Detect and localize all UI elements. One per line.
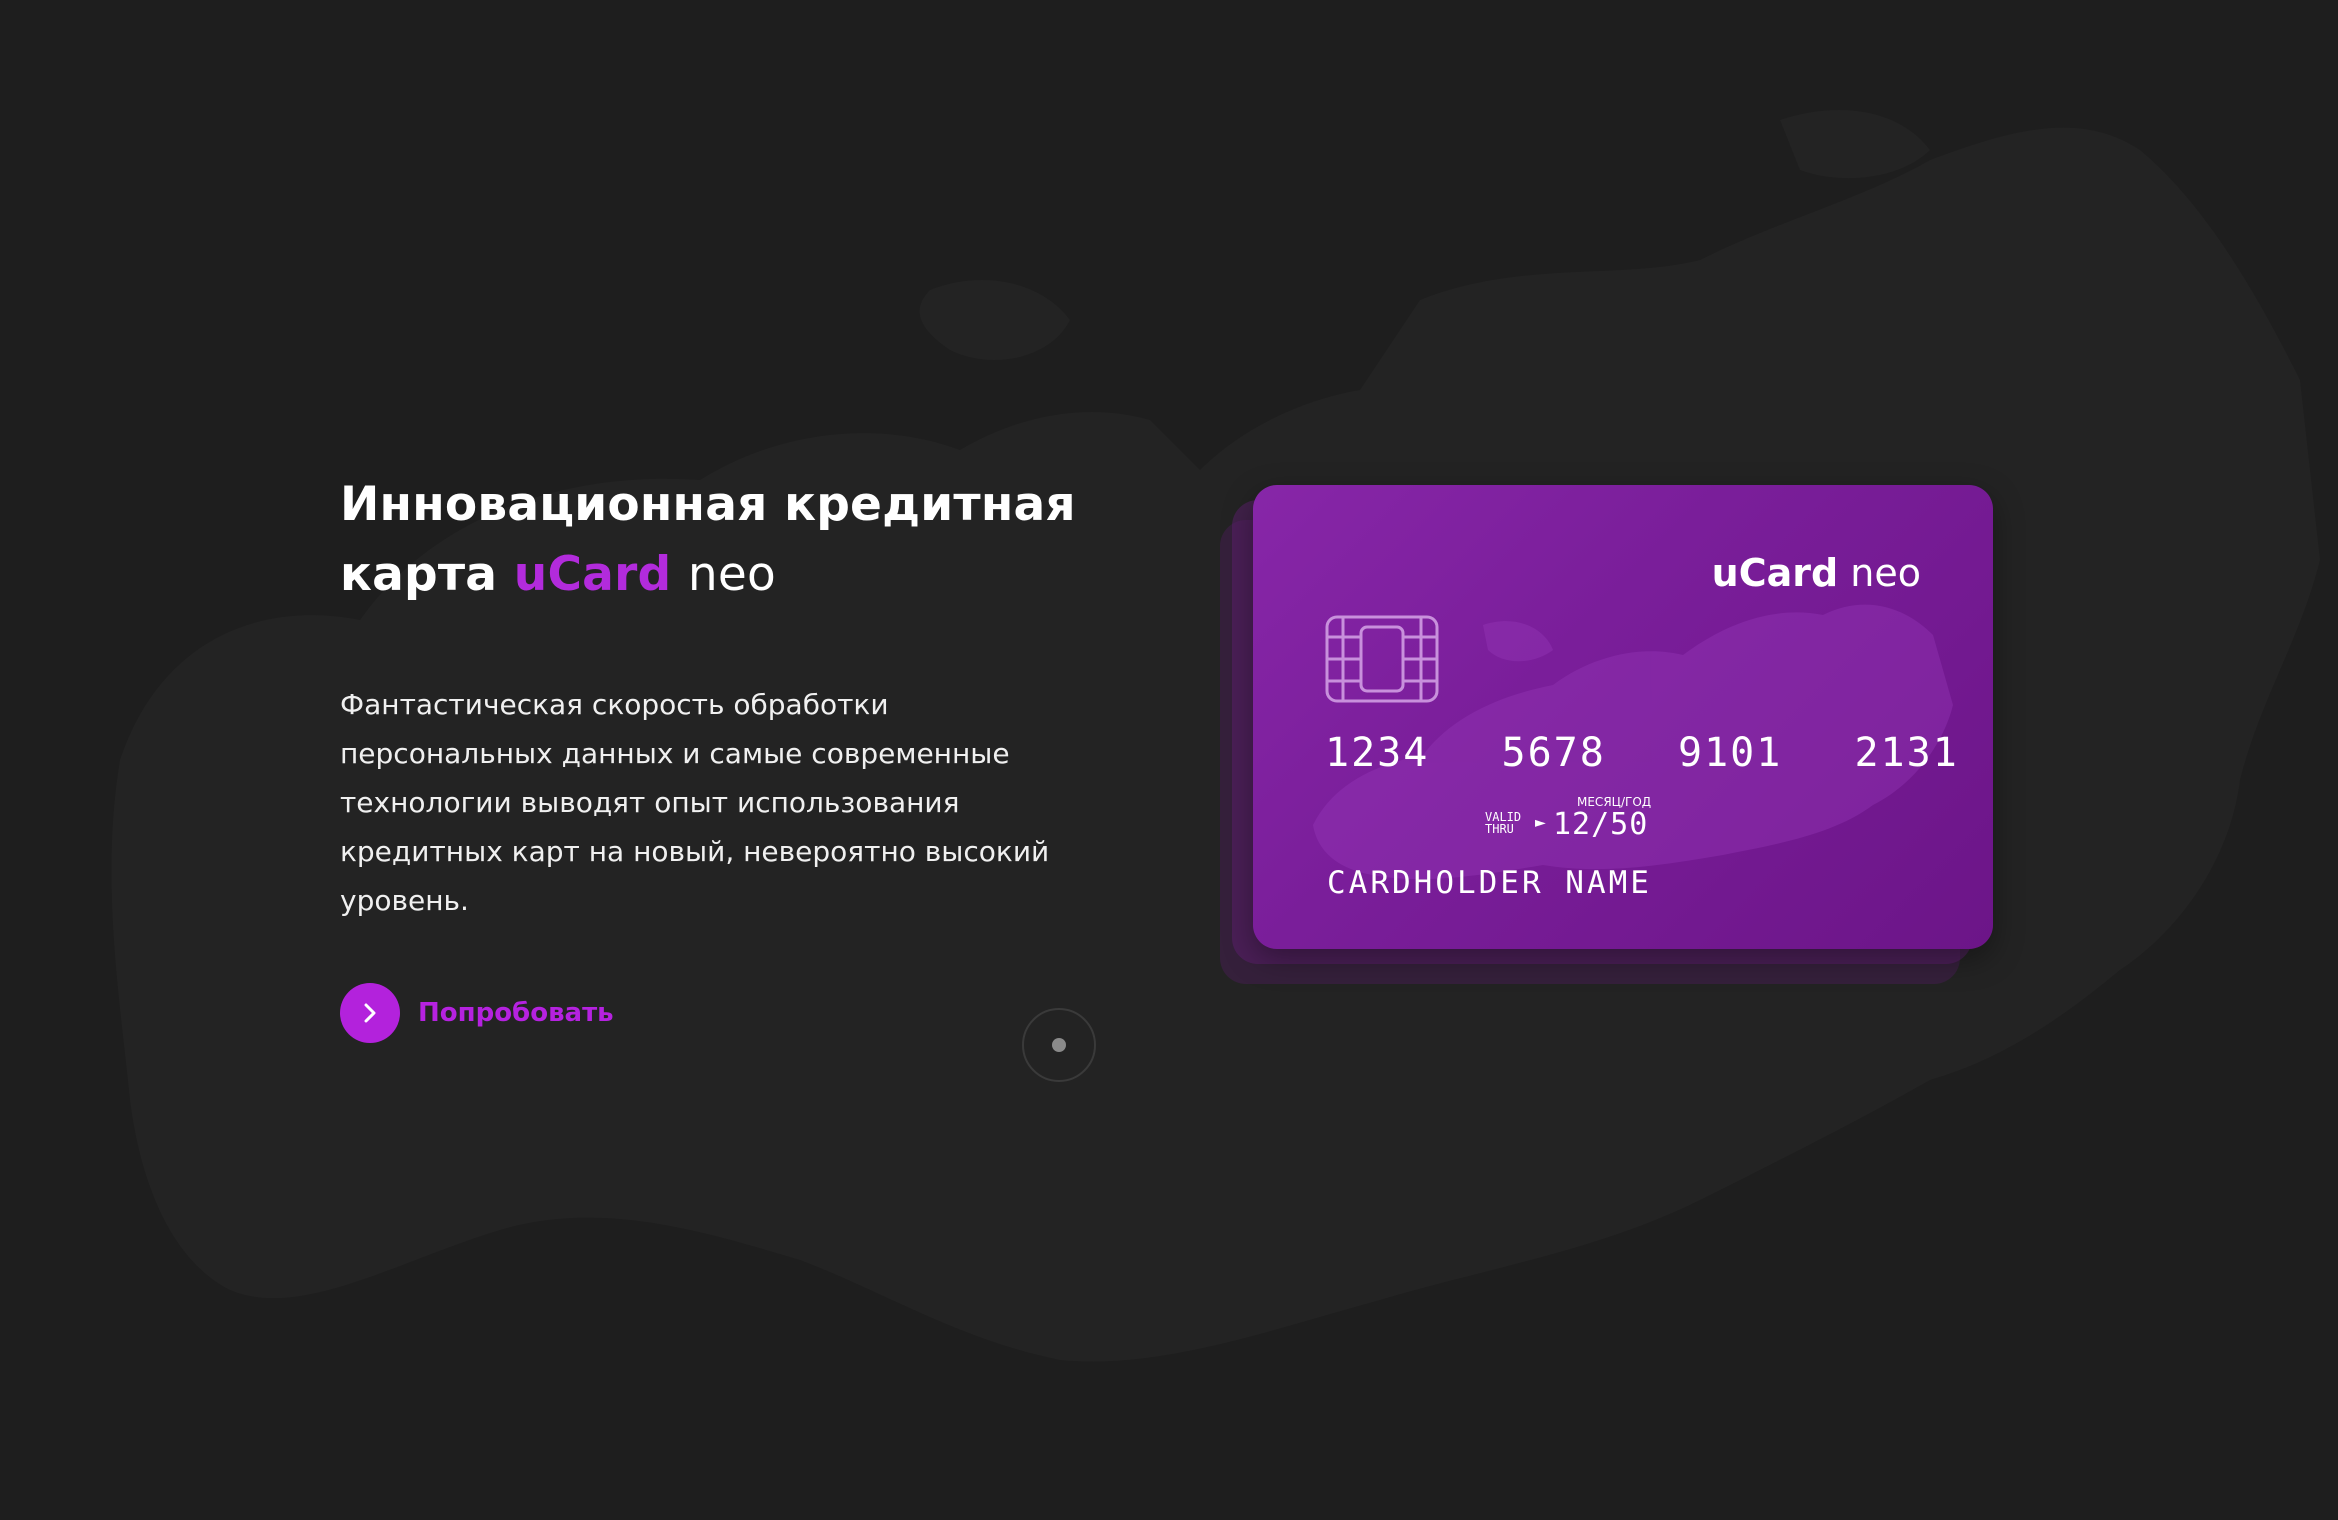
slider-indicator[interactable] xyxy=(1022,1008,1096,1082)
chevron-right-icon[interactable] xyxy=(340,983,400,1043)
hero-title-line1: Инновационная кредитная xyxy=(340,477,1076,532)
hero-title: Инновационная кредитная карта uCard neo xyxy=(340,470,1100,610)
hero-title-prefix: карта xyxy=(340,547,498,602)
valid-thru-label: VALID THRU xyxy=(1485,811,1521,835)
hero-title-brand: uCard xyxy=(513,547,672,602)
card-number: 1234 5678 9101 2131 xyxy=(1325,730,1959,776)
slider-dot-active[interactable] xyxy=(1052,1038,1066,1052)
hero-section: Инновационная кредитная карта uCard neo … xyxy=(340,470,1100,1043)
card-brand-suffix: neo xyxy=(1850,551,1921,595)
play-arrow-icon: ► xyxy=(1535,815,1546,831)
credit-card: uCard neo 1234 5678 9101 2131 VALID THRU… xyxy=(1253,485,1993,949)
chip-icon xyxy=(1325,615,1439,703)
valid-date: 12/50 xyxy=(1553,807,1649,842)
try-button-label[interactable]: Попробовать xyxy=(418,998,614,1028)
valid-label-line2: THRU xyxy=(1485,822,1514,836)
cardholder-name: CARDHOLDER NAME xyxy=(1327,865,1652,901)
hero-description: Фантастическая скорость обработки персон… xyxy=(340,688,1050,917)
card-valid-thru: VALID THRU ► МЕСЯЦ/ГОД 12/50 xyxy=(1485,795,1685,855)
try-button[interactable]: Попробовать xyxy=(340,983,614,1043)
card-brand: uCard xyxy=(1711,551,1839,595)
hero-title-suffix: neo xyxy=(687,547,776,602)
card-brand-logo: uCard neo xyxy=(1712,551,1921,595)
